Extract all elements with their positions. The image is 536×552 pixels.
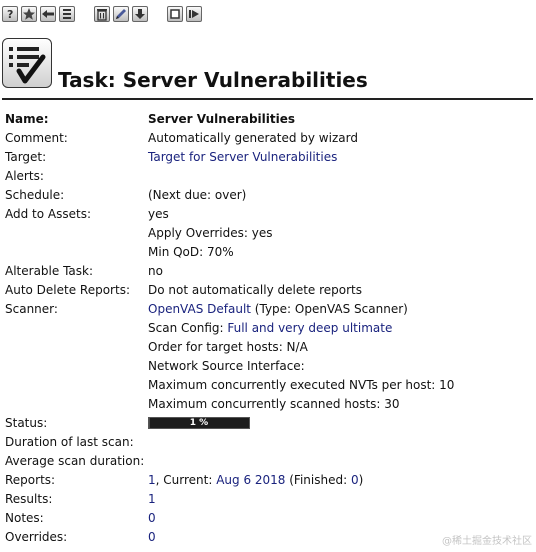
notes-link[interactable]: 0 bbox=[148, 509, 156, 528]
download-icon[interactable] bbox=[132, 6, 148, 22]
reports-finished-prefix: (Finished: bbox=[285, 473, 351, 487]
status-progress-text: 1 % bbox=[189, 418, 209, 428]
target-link[interactable]: Target for Server Vulnerabilities bbox=[148, 148, 337, 167]
scanner-value: OpenVAS Default (Type: OpenVAS Scanner) bbox=[148, 300, 408, 319]
scanner-link[interactable]: OpenVAS Default bbox=[148, 302, 251, 316]
results-link[interactable]: 1 bbox=[148, 490, 156, 509]
add-to-assets-label: Add to Assets: bbox=[5, 207, 92, 221]
help-icon[interactable]: ? bbox=[2, 6, 18, 22]
notes-label: Notes: bbox=[5, 511, 44, 525]
comment-label: Comment: bbox=[5, 131, 68, 145]
order-hosts-value: Order for target hosts: N/A bbox=[148, 340, 308, 354]
target-label: Target: bbox=[5, 150, 47, 164]
auto-delete-label: Auto Delete Reports: bbox=[5, 283, 130, 297]
delete-icon[interactable] bbox=[94, 6, 110, 22]
max-nvts-value: Maximum concurrently executed NVTs per h… bbox=[148, 378, 455, 392]
status-progress-bar: 1 % bbox=[148, 417, 250, 429]
stop-icon[interactable] bbox=[167, 6, 183, 22]
comment-value: Automatically generated by wizard bbox=[148, 131, 358, 145]
schedule-label: Schedule: bbox=[5, 188, 65, 202]
name-value: Server Vulnerabilities bbox=[148, 112, 296, 126]
scanner-type: (Type: OpenVAS Scanner) bbox=[250, 302, 408, 316]
watermark: @稀土掘金技术社区 bbox=[442, 536, 532, 547]
resume-icon[interactable] bbox=[186, 6, 202, 22]
duration-label: Duration of last scan: bbox=[5, 435, 134, 449]
add-to-assets-value: yes bbox=[148, 207, 169, 221]
auto-delete-value: Do not automatically delete reports bbox=[148, 283, 363, 297]
back-to-list-icon[interactable] bbox=[40, 6, 56, 22]
schedule-value: (Next due: over) bbox=[148, 188, 247, 202]
network-source-value: Network Source Interface: bbox=[148, 359, 305, 373]
alterable-label: Alterable Task: bbox=[5, 264, 94, 278]
title-divider bbox=[2, 98, 533, 100]
task-checklist-icon bbox=[2, 38, 52, 88]
results-label: Results: bbox=[5, 492, 53, 506]
scan-config-link[interactable]: Full and very deep ultimate bbox=[227, 321, 392, 335]
scan-config-value: Scan Config: Full and very deep ultimate bbox=[148, 319, 392, 338]
alerts-label: Alerts: bbox=[5, 169, 44, 183]
min-qod-value: Min QoD: 70% bbox=[148, 245, 234, 259]
alterable-value: no bbox=[148, 264, 163, 278]
task-list-icon[interactable] bbox=[59, 6, 75, 22]
edit-icon[interactable] bbox=[113, 6, 129, 22]
max-hosts-value: Maximum concurrently scanned hosts: 30 bbox=[148, 397, 400, 411]
avg-duration-label: Average scan duration: bbox=[5, 454, 145, 468]
page-title: Task: Server Vulnerabilities bbox=[58, 68, 368, 92]
reports-count-link[interactable]: 1 bbox=[148, 473, 156, 487]
reports-label: Reports: bbox=[5, 473, 56, 487]
reports-current-prefix: , Current: bbox=[155, 473, 217, 487]
status-label: Status: bbox=[5, 416, 48, 430]
page-header: Task: Server Vulnerabilities bbox=[2, 38, 533, 98]
overrides-label: Overrides: bbox=[5, 530, 68, 544]
scanner-label: Scanner: bbox=[5, 302, 58, 316]
reports-current-link[interactable]: Aug 6 2018 bbox=[216, 473, 285, 487]
svg-text:?: ? bbox=[7, 8, 13, 21]
new-task-icon[interactable] bbox=[21, 6, 37, 22]
scan-config-prefix: Scan Config: bbox=[148, 321, 228, 335]
reports-value: 1, Current: Aug 6 2018 (Finished: 0) bbox=[148, 471, 363, 490]
reports-finished-link[interactable]: 0 bbox=[351, 473, 359, 487]
apply-overrides-value: Apply Overrides: yes bbox=[148, 226, 273, 240]
reports-finished-suffix: ) bbox=[358, 473, 364, 487]
name-label: Name: bbox=[5, 112, 49, 126]
overrides-link[interactable]: 0 bbox=[148, 528, 156, 547]
